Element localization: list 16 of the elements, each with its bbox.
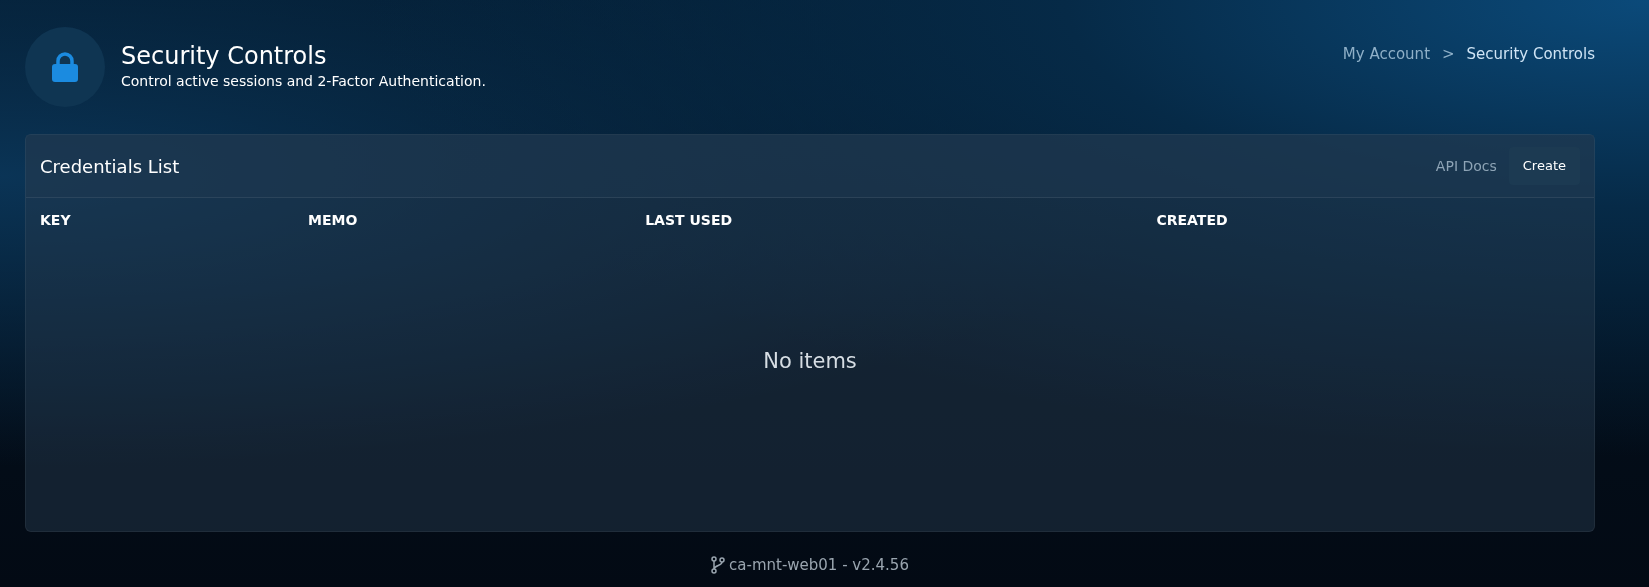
- column-header: KEY: [40, 211, 71, 230]
- api-docs-link[interactable]: API Docs: [1435, 155, 1497, 177]
- page-subtitle: Control active sessions and 2-Factor Authentication.: [121, 71, 486, 91]
- branch-icon: [711, 556, 726, 575]
- lock-icon: [51, 52, 79, 82]
- create-button[interactable]: Create: [1508, 147, 1580, 185]
- column-header: MEMO: [307, 211, 358, 230]
- breadcrumb-current: Security Controls: [1466, 44, 1595, 65]
- empty-message: No items: [763, 348, 857, 376]
- card-title: Credentials List: [40, 154, 180, 179]
- page-title: Security Controls: [121, 42, 328, 71]
- breadcrumb-separator: >: [1442, 44, 1455, 65]
- version-text: ca-mnt-web01 - v2.4.56: [729, 555, 909, 576]
- column-header: LAST USED: [645, 211, 733, 230]
- column-header: CREATED: [1156, 211, 1228, 230]
- breadcrumb-link[interactable]: My Account: [1342, 43, 1430, 66]
